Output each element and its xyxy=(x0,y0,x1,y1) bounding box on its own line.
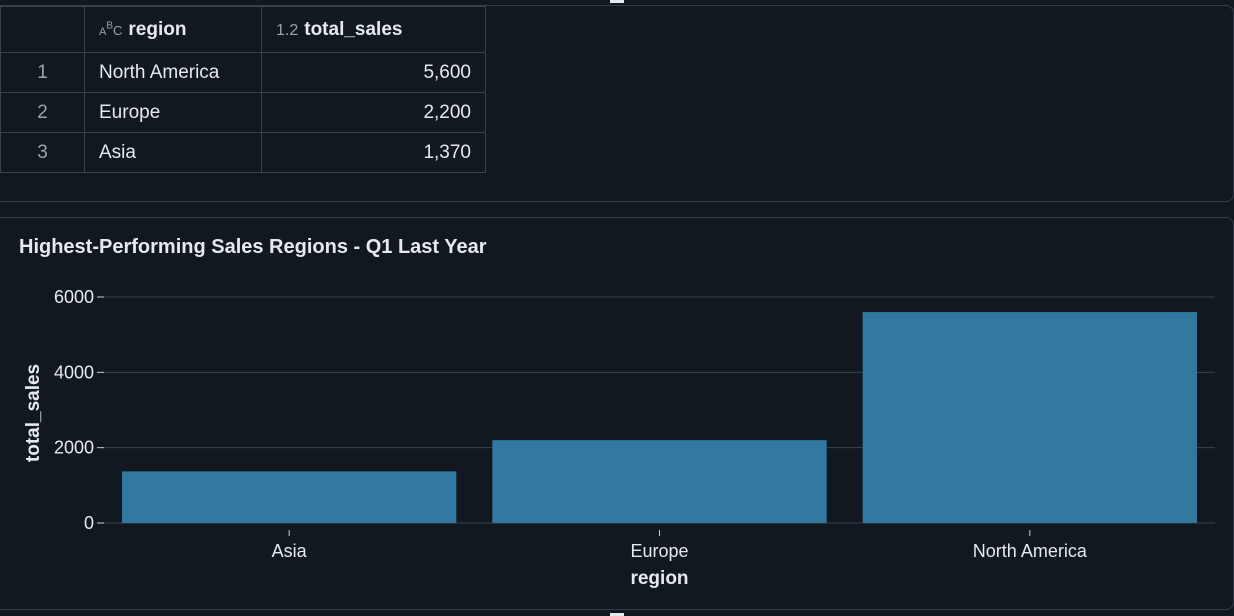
bar[interactable] xyxy=(492,440,827,523)
y-tick-label: 2000 xyxy=(54,438,94,458)
table-row[interactable]: 2 Europe 2,200 xyxy=(0,92,486,133)
column-header-region[interactable]: ABC region xyxy=(84,6,262,53)
resize-handle-top[interactable] xyxy=(610,0,624,3)
table-header-row: ABC region 1.2 total_sales xyxy=(0,6,486,53)
x-tick-label: North America xyxy=(973,541,1088,561)
cell-region[interactable]: Asia xyxy=(84,132,262,173)
bar[interactable] xyxy=(122,471,457,523)
cell-total-sales[interactable]: 2,200 xyxy=(261,92,486,133)
bar-chart: 0 2000 4000 6000 Asia Europe North America regi… xyxy=(23,287,1215,589)
bar[interactable] xyxy=(862,312,1197,523)
column-header-total-sales[interactable]: 1.2 total_sales xyxy=(261,6,486,53)
cell-total-sales[interactable]: 1,370 xyxy=(261,132,486,173)
cell-region[interactable]: Europe xyxy=(84,92,262,133)
x-tick-label: Europe xyxy=(630,541,688,561)
row-index: 1 xyxy=(0,52,85,93)
chart-title: Highest-Performing Sales Regions - Q1 La… xyxy=(19,236,487,258)
decimal-type-icon: 1.2 xyxy=(276,21,299,39)
column-name: region xyxy=(128,18,187,40)
x-tick-label: Asia xyxy=(272,541,308,561)
y-axis-title: total_sales xyxy=(23,364,44,462)
table-row[interactable]: 1 North America 5,600 xyxy=(0,52,486,93)
cell-region[interactable]: North America xyxy=(84,52,262,93)
y-tick-label: 4000 xyxy=(54,362,94,382)
text-type-icon: ABC xyxy=(99,20,123,38)
cell-total-sales[interactable]: 5,600 xyxy=(261,52,486,93)
table-row[interactable]: 3 Asia 1,370 xyxy=(0,132,486,173)
y-tick-label: 6000 xyxy=(54,287,94,307)
x-axis-title: region xyxy=(630,568,688,589)
column-name: total_sales xyxy=(304,18,403,40)
y-tick-label: 0 xyxy=(84,513,94,533)
results-table: ABC region 1.2 total_sales 1 North America… xyxy=(0,6,486,173)
row-index: 2 xyxy=(0,92,85,133)
index-header xyxy=(0,6,85,53)
row-index: 3 xyxy=(0,132,85,173)
